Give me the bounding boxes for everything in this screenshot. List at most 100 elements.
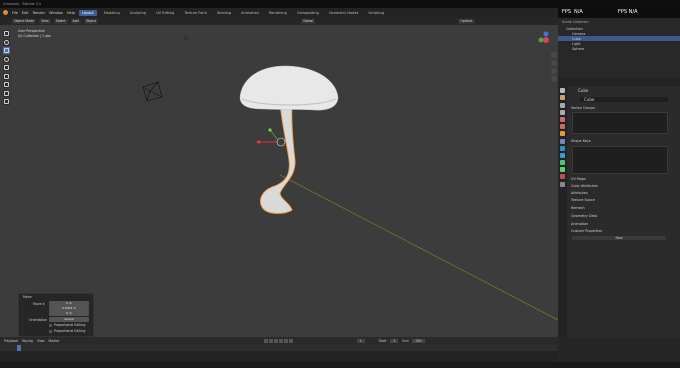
tab-shading[interactable]: Shading bbox=[214, 10, 234, 16]
modifier-tab-icon[interactable] bbox=[560, 138, 565, 144]
zoom-icon[interactable] bbox=[550, 52, 557, 58]
tool-shelf bbox=[3, 30, 11, 120]
transform-tool-icon[interactable] bbox=[3, 72, 10, 80]
tab-sculpting[interactable]: Sculpting bbox=[127, 10, 149, 16]
section-vertex-groups[interactable]: Vertex Groups bbox=[571, 106, 667, 110]
fps-value: N/A bbox=[574, 9, 583, 15]
move-z-field[interactable]: 0 m bbox=[49, 311, 89, 316]
outliner-item-sphere[interactable]: Sphere bbox=[558, 46, 680, 51]
view-layer-tab-icon[interactable] bbox=[560, 109, 565, 115]
blender-logo-icon[interactable] bbox=[3, 10, 8, 15]
section-animation[interactable]: Animation bbox=[571, 222, 667, 226]
tab-compositing[interactable]: Compositing bbox=[294, 10, 322, 16]
shape-keys-list[interactable] bbox=[572, 146, 668, 174]
texture-tab-icon[interactable] bbox=[560, 181, 565, 187]
3d-viewport[interactable]: User Perspective (0) Collection | Cube bbox=[0, 25, 558, 337]
move-tool-icon[interactable] bbox=[3, 47, 10, 54]
menu-help[interactable]: Help bbox=[67, 11, 75, 15]
add-menu[interactable]: Add bbox=[70, 18, 81, 24]
view-menu[interactable]: View bbox=[39, 18, 51, 24]
mesh-data-field[interactable]: Cube bbox=[580, 97, 668, 102]
proportional-label: Proportional Editing bbox=[54, 323, 86, 327]
select-menu[interactable]: Select bbox=[53, 18, 68, 24]
transform-orientation-dropdown[interactable]: Global bbox=[301, 18, 316, 24]
viewport-perspective-label: User Perspective bbox=[18, 29, 45, 33]
camera-view-icon[interactable] bbox=[550, 68, 557, 74]
window-title: (Unsaved) - Blender 3.3 bbox=[3, 2, 41, 6]
gizmo-y-axis bbox=[270, 130, 278, 140]
new-button[interactable]: New bbox=[572, 236, 666, 240]
object-menu[interactable]: Object bbox=[83, 18, 99, 24]
tab-texture-paint[interactable]: Texture Paint bbox=[181, 10, 210, 16]
tab-modeling[interactable]: Modeling bbox=[101, 10, 123, 16]
section-attributes[interactable]: Attributes bbox=[571, 191, 667, 195]
section-custom-properties[interactable]: Custom Properties bbox=[571, 229, 667, 233]
mode-dropdown[interactable]: Object Mode bbox=[12, 18, 37, 24]
playback-menu[interactable]: Playback bbox=[4, 339, 18, 343]
prev-key-icon[interactable] bbox=[268, 339, 273, 343]
material-tab-icon[interactable] bbox=[560, 174, 565, 180]
options-dropdown[interactable]: Options bbox=[458, 18, 475, 24]
particles-tab-icon[interactable] bbox=[560, 145, 565, 151]
jump-start-icon[interactable] bbox=[263, 339, 268, 343]
tab-geometry-nodes[interactable]: Geometry Nodes bbox=[326, 10, 362, 16]
tab-rendering[interactable]: Rendering bbox=[266, 10, 290, 16]
menu-render[interactable]: Render bbox=[33, 11, 45, 15]
select-tool-icon[interactable] bbox=[3, 30, 10, 37]
constraints-tab-icon[interactable] bbox=[560, 160, 565, 166]
tab-uv-editing[interactable]: UV Editing bbox=[153, 10, 177, 16]
add-cube-tool-icon[interactable] bbox=[3, 98, 10, 105]
start-frame-field[interactable]: 1 bbox=[390, 339, 399, 343]
scene-tab-icon[interactable] bbox=[560, 116, 565, 122]
menu-edit[interactable]: Edit bbox=[22, 11, 29, 15]
outliner: Scene Collection Collection Camera Cube … bbox=[558, 18, 680, 78]
play-reverse-icon[interactable] bbox=[273, 339, 278, 343]
outliner-title: Scene Collection bbox=[562, 20, 589, 24]
scale-tool-icon[interactable] bbox=[3, 64, 10, 71]
world-tab-icon[interactable] bbox=[560, 124, 565, 130]
cursor-tool-icon[interactable] bbox=[3, 38, 10, 46]
current-frame-field[interactable]: 1 bbox=[356, 339, 365, 343]
timeline-view-menu[interactable]: View bbox=[37, 339, 45, 343]
play-icon[interactable] bbox=[278, 339, 283, 343]
physics-tab-icon[interactable] bbox=[560, 152, 565, 158]
mushroom-cap bbox=[239, 65, 339, 111]
vertex-groups-list[interactable] bbox=[572, 112, 668, 134]
falloff-checkbox[interactable] bbox=[49, 330, 52, 333]
section-geometry-data[interactable]: Geometry Data bbox=[571, 214, 667, 218]
menu-bar: File Edit Render Window Help Layout Mode… bbox=[0, 8, 558, 17]
orientation-dropdown[interactable]: Global bbox=[49, 317, 89, 322]
section-color-attributes[interactable]: Color Attributes bbox=[571, 184, 667, 188]
annotate-tool-icon[interactable] bbox=[3, 81, 10, 88]
section-texture-space[interactable]: Texture Space bbox=[571, 198, 667, 202]
menu-window[interactable]: Window bbox=[49, 11, 63, 15]
render-tab-icon[interactable] bbox=[560, 95, 565, 101]
playhead[interactable] bbox=[17, 345, 21, 351]
data-tab-icon[interactable] bbox=[560, 167, 565, 173]
marker-menu[interactable]: Marker bbox=[49, 339, 60, 343]
next-key-icon[interactable] bbox=[283, 339, 288, 343]
measure-tool-icon[interactable] bbox=[3, 89, 10, 97]
output-tab-icon[interactable] bbox=[560, 102, 565, 108]
section-shape-keys[interactable]: Shape Keys bbox=[571, 139, 667, 143]
timeline-ruler[interactable] bbox=[0, 345, 558, 351]
properties-tabs bbox=[558, 86, 567, 337]
proportional-checkbox[interactable] bbox=[49, 324, 52, 327]
menu-file[interactable]: File bbox=[12, 11, 18, 15]
gizmo-z-icon bbox=[543, 31, 549, 37]
pan-hand-icon[interactable] bbox=[550, 60, 557, 66]
object-tab-icon[interactable] bbox=[560, 131, 565, 137]
tab-layout[interactable]: Layout bbox=[78, 9, 97, 16]
section-remesh[interactable]: Remesh bbox=[571, 206, 667, 210]
jump-end-icon[interactable] bbox=[288, 339, 293, 343]
rotate-tool-icon[interactable] bbox=[3, 55, 10, 63]
keying-menu[interactable]: Keying bbox=[22, 339, 33, 343]
object-name-field[interactable]: Cube bbox=[578, 88, 588, 93]
perspective-toggle-icon[interactable] bbox=[550, 76, 557, 82]
tab-scripting[interactable]: Scripting bbox=[365, 10, 387, 16]
properties-editor: Cube Cube Vertex Groups Shape Keys UV Ma… bbox=[558, 78, 680, 337]
section-uv-maps[interactable]: UV Maps bbox=[571, 177, 667, 181]
tab-animation[interactable]: Animation bbox=[238, 10, 262, 16]
end-frame-field[interactable]: 250 bbox=[412, 339, 425, 343]
tool-tab-icon[interactable] bbox=[560, 88, 565, 94]
